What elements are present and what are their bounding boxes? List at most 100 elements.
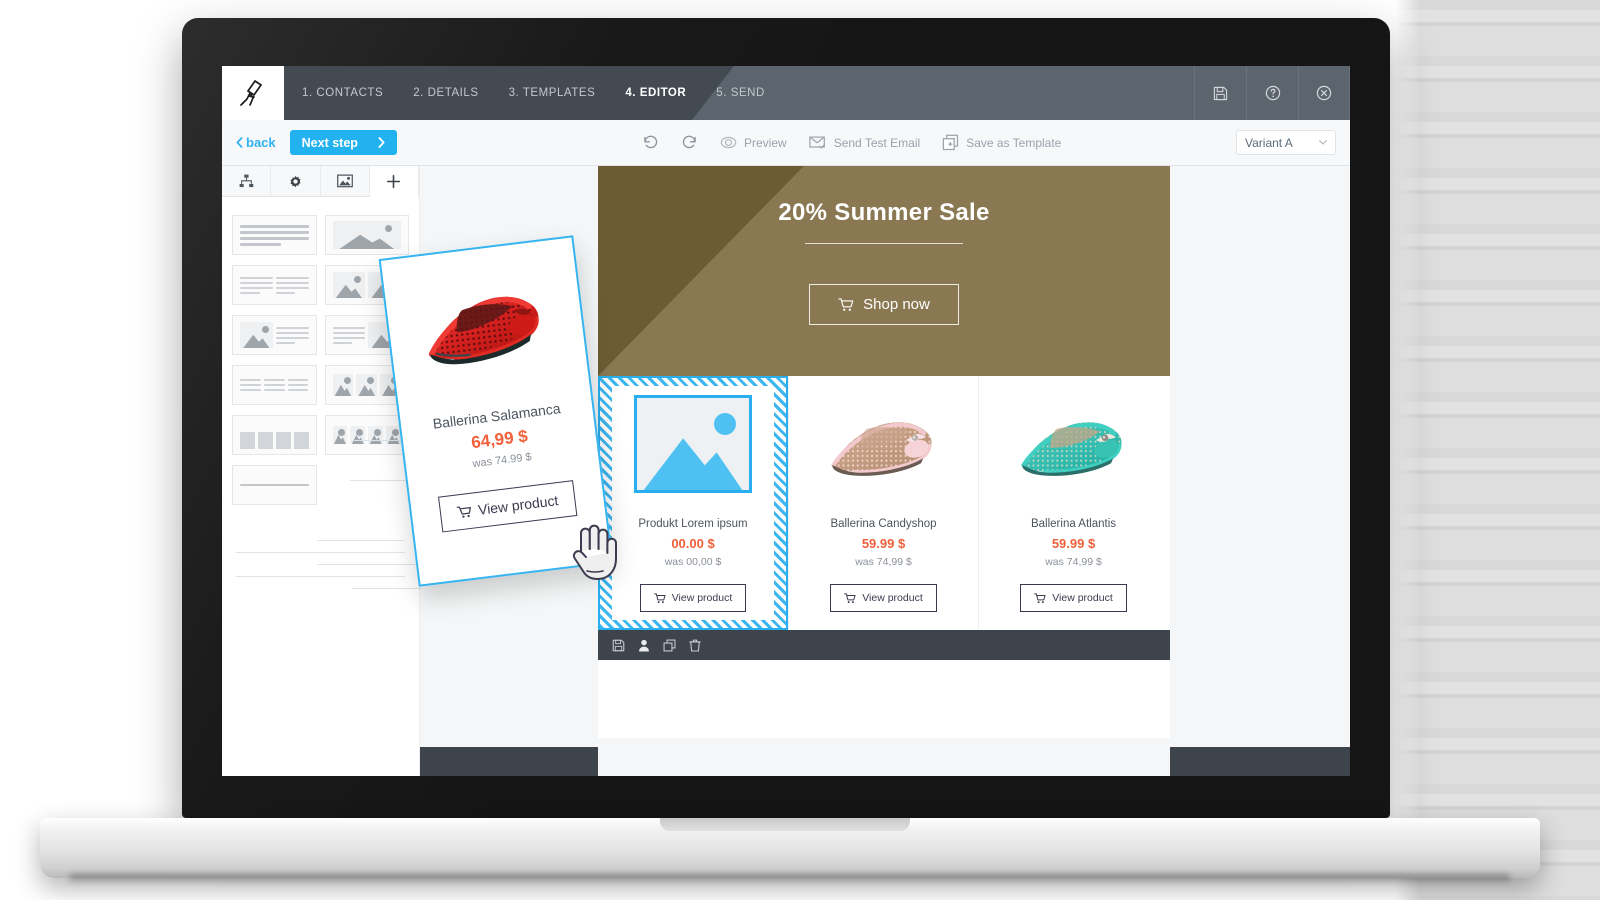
redo-button[interactable]: [681, 134, 698, 151]
drag-card-image-wrap: [381, 238, 590, 410]
view-product-label: View product: [1052, 592, 1113, 604]
undo-icon: [644, 135, 658, 149]
layout-text-block[interactable]: [232, 215, 317, 255]
image-icon: [336, 174, 353, 188]
layout-two-text-columns[interactable]: [232, 265, 317, 305]
nav-step-editor[interactable]: 4. EDITOR: [625, 87, 686, 99]
layout-three-text-columns[interactable]: [232, 365, 317, 405]
close-icon: [1316, 85, 1332, 101]
red-ballerina-shoe-image: [428, 296, 539, 365]
view-product-label: View product: [862, 592, 923, 604]
product-drop-target[interactable]: Produkt Lorem ipsum 00.00 $ was 00,00 $: [598, 376, 788, 630]
close-button[interactable]: [1298, 66, 1350, 120]
view-product-button[interactable]: View product: [830, 584, 937, 612]
preview-button[interactable]: Preview: [720, 134, 787, 151]
product-row: Produkt Lorem ipsum 00.00 $ was 00,00 $: [598, 376, 1170, 630]
preview-label: Preview: [744, 135, 787, 150]
cart-icon: [456, 505, 472, 518]
envelope-check-icon: [809, 136, 825, 149]
product-image-wrap: [598, 376, 788, 496]
product-card-atlantis[interactable]: Ballerina Atlantis 59.99 $ was 74,99 $ V…: [978, 376, 1168, 630]
duplicate-plus-icon: [942, 134, 959, 151]
layout-four-blocks[interactable]: [232, 415, 317, 455]
save-as-template-label: Save as Template: [966, 135, 1062, 150]
plus-icon: [387, 174, 401, 188]
delete-block-icon[interactable]: [689, 639, 701, 652]
nav-step-templates[interactable]: 3. TEMPLATES: [509, 87, 596, 99]
nav-step-contacts[interactable]: 1. CONTACTS: [302, 87, 383, 99]
product-name: Produkt Lorem ipsum: [638, 518, 748, 530]
cart-icon: [844, 592, 856, 603]
variant-label: Variant A: [1245, 135, 1293, 150]
laptop-base-shadow: [70, 874, 1510, 884]
personalize-icon[interactable]: [638, 639, 650, 652]
block-toolbar: [598, 630, 1170, 660]
product-name: Ballerina Candyshop: [830, 518, 937, 530]
layout-divider[interactable]: [232, 465, 317, 505]
save-as-template-button[interactable]: Save as Template: [942, 134, 1061, 151]
duplicate-block-icon[interactable]: [663, 639, 676, 652]
add-tab[interactable]: [369, 166, 419, 197]
drag-card-view-product-button[interactable]: View product: [438, 480, 578, 533]
layout-four-images[interactable]: [324, 415, 409, 455]
variant-dropdown[interactable]: Variant A: [1236, 130, 1336, 155]
chevron-down-icon: [1319, 140, 1327, 145]
product-old-price: was 74,99 $: [1045, 556, 1102, 568]
laptop-mockup: 1. CONTACTS 2. DETAILS 3. TEMPLATES 4. E…: [0, 0, 1600, 900]
help-icon: [1265, 85, 1280, 101]
product-price: 00.00 $: [671, 536, 715, 551]
layout-thumbnail-grid: [222, 197, 419, 523]
undo-button[interactable]: [642, 134, 659, 151]
email-preview: 20% Summer Sale Shop now Produkt Lorem i…: [598, 166, 1170, 738]
save-block-icon[interactable]: [612, 639, 625, 652]
structure-icon: [239, 174, 253, 188]
save-button[interactable]: [1194, 66, 1246, 120]
product-price: 59.99 $: [861, 536, 906, 551]
send-test-email-label: Send Test Email: [833, 135, 921, 150]
settings-tab[interactable]: [271, 166, 321, 196]
canvas-strip-left: [420, 747, 598, 776]
eye-icon: [720, 136, 737, 149]
images-tab[interactable]: [320, 166, 370, 196]
email-editor-app: 1. CONTACTS 2. DETAILS 3. TEMPLATES 4. E…: [222, 66, 1350, 776]
left-panel-tabs: [222, 166, 419, 197]
nav-step-details[interactable]: 2. DETAILS: [413, 87, 478, 99]
banner-divider: [805, 243, 963, 244]
send-test-email-button[interactable]: Send Test Email: [809, 135, 921, 150]
mailman-logo-icon: [240, 79, 263, 106]
layout-single-image[interactable]: [324, 215, 409, 255]
shop-now-label: Shop now: [863, 296, 930, 313]
laptop-base-notch: [660, 818, 910, 831]
next-step-button[interactable]: Next step: [289, 130, 397, 155]
email-banner[interactable]: 20% Summer Sale Shop now: [598, 166, 1170, 376]
layout-image-left-text-right[interactable]: [232, 315, 317, 355]
gear-icon: [290, 175, 301, 187]
cart-icon: [1034, 592, 1046, 603]
banner-title: 20% Summer Sale: [778, 199, 990, 226]
teal-ballerina-shoe-image: [1020, 422, 1122, 476]
drag-card-view-product-label: View product: [477, 492, 560, 518]
pink-ballerina-shoe-image: [830, 422, 932, 476]
product-price: 59.99 $: [1051, 536, 1096, 551]
editor-toolbar: back Next step Preview Send Test Email S…: [222, 120, 1350, 166]
view-product-button[interactable]: View product: [1020, 584, 1127, 612]
drag-cursor: [567, 521, 619, 588]
view-product-label: View product: [671, 592, 733, 604]
structure-tab[interactable]: [222, 166, 272, 196]
image-placeholder-icon: [634, 395, 752, 493]
help-button[interactable]: [1246, 66, 1298, 120]
ghost-line: [317, 540, 405, 541]
view-product-button[interactable]: View product: [639, 584, 747, 612]
nav-step-send[interactable]: 5. SEND: [716, 87, 765, 99]
cart-icon: [838, 297, 854, 311]
ghost-line: [236, 576, 405, 577]
product-image-wrap: [979, 376, 1168, 496]
panel-ghost-lines: [222, 523, 419, 577]
back-button[interactable]: back: [236, 135, 276, 150]
product-card-candyshop[interactable]: Ballerina Candyshop 59.99 $ was 74,99 $ …: [788, 376, 978, 630]
top-navigation: 1. CONTACTS 2. DETAILS 3. TEMPLATES 4. E…: [222, 66, 1350, 120]
app-logo[interactable]: [222, 66, 284, 120]
chevron-right-icon: [378, 137, 385, 148]
grab-hand-cursor-icon: [572, 524, 617, 580]
shop-now-button[interactable]: Shop now: [809, 284, 959, 325]
